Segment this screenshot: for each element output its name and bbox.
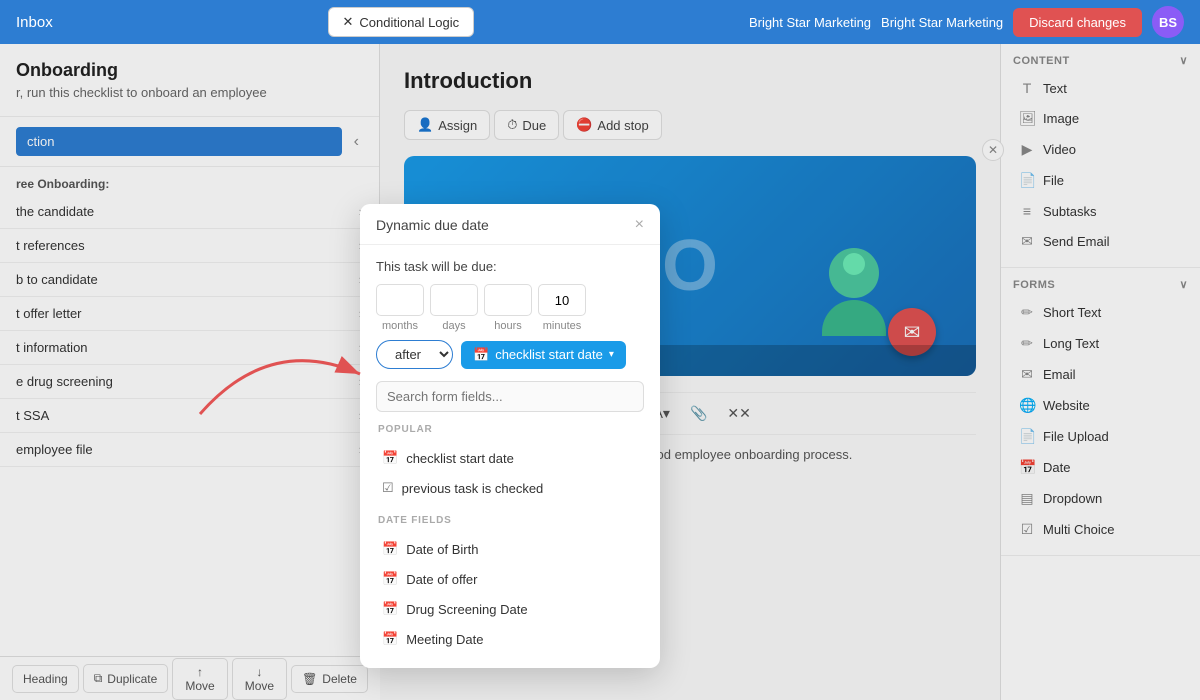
due-date-modal: Dynamic due date × This task will be due… [360,204,660,668]
top-nav-center: ✕ Conditional Logic [328,7,475,37]
due-date-modal-header: Dynamic due date × [360,204,660,245]
popular-item-0[interactable]: 📅 checklist start date [376,443,644,473]
months-input-group: months [376,284,424,332]
checkbox-icon-1: ☑ [382,480,394,496]
conditional-logic-label: Conditional Logic [359,15,459,30]
date-item-label-3: Meeting Date [406,632,483,647]
days-label: days [442,320,465,332]
minutes-label: minutes [543,320,582,332]
months-label: months [382,320,418,332]
calendar-icon-d1: 📅 [382,571,398,587]
minutes-input[interactable] [538,284,586,316]
search-fields-input[interactable] [376,381,644,412]
date-item-label-1: Date of offer [406,572,477,587]
top-nav: Inbox ✕ Conditional Logic Bright Star Ma… [0,0,1200,44]
days-input[interactable] [430,284,478,316]
date-item-3[interactable]: 📅 Meeting Date [376,624,644,654]
hours-input-group: hours [484,284,532,332]
days-input-group: days [430,284,478,332]
due-date-modal-title: Dynamic due date [376,217,489,233]
popular-section-label: POPULAR [376,420,644,439]
due-date-modal-body: This task will be due: months days hours [360,245,660,668]
calendar-icon-d2: 📅 [382,601,398,617]
avatar[interactable]: BS [1152,6,1184,38]
months-input[interactable] [376,284,424,316]
modal-overlay: Dynamic due date × This task will be due… [0,44,1200,700]
minutes-input-group: minutes [538,284,586,332]
inbox-link[interactable]: Inbox [16,14,53,31]
after-row: after 📅 checklist start date ▾ [376,340,644,369]
calendar-icon-0: 📅 [382,450,398,466]
calendar-icon: 📅 [473,347,489,363]
top-nav-right: Bright Star Marketing Bright Star Market… [749,6,1184,38]
chevron-down-icon: ▾ [609,349,614,360]
hours-label: hours [494,320,522,332]
date-item-label-0: Date of Birth [406,542,478,557]
date-fields-section-label: DATE FIELDS [376,511,644,530]
org-name-text: Bright Star Marketing [881,15,1003,30]
date-item-label-2: Drug Screening Date [406,602,527,617]
due-date-modal-close-btn[interactable]: × [635,216,644,234]
popular-item-label-0: checklist start date [406,451,514,466]
org-name: Bright Star Marketing [749,15,871,30]
due-label: This task will be due: [376,259,644,274]
date-item-2[interactable]: 📅 Drug Screening Date [376,594,644,624]
calendar-icon-d3: 📅 [382,631,398,647]
date-item-1[interactable]: 📅 Date of offer [376,564,644,594]
popular-item-1[interactable]: ☑ previous task is checked [376,473,644,503]
checklist-start-label: checklist start date [495,347,603,362]
time-inputs: months days hours minutes [376,284,644,332]
conditional-logic-btn[interactable]: ✕ Conditional Logic [328,7,475,37]
popular-item-label-1: previous task is checked [402,481,544,496]
calendar-icon-d0: 📅 [382,541,398,557]
date-item-0[interactable]: 📅 Date of Birth [376,534,644,564]
hours-input[interactable] [484,284,532,316]
after-select[interactable]: after [376,340,453,369]
checklist-start-btn[interactable]: 📅 checklist start date ▾ [461,341,626,369]
conditional-logic-icon: ✕ [343,14,354,30]
discard-changes-button[interactable]: Discard changes [1013,8,1142,37]
